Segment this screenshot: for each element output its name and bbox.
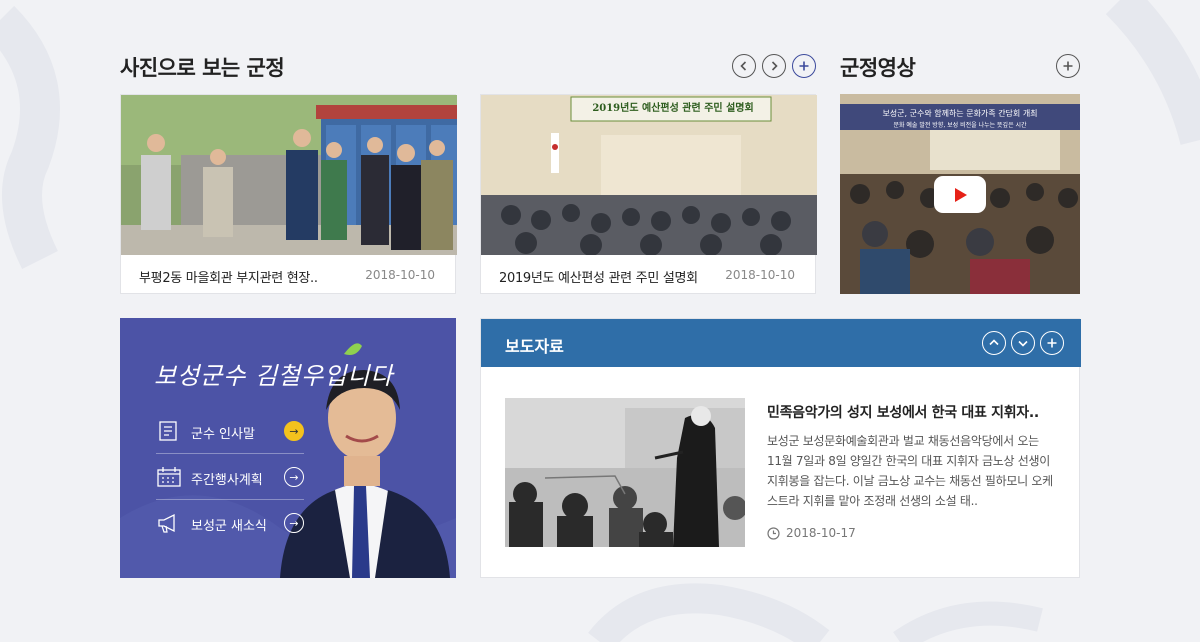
mayor-menu-label: 보성군 새소식 — [191, 519, 267, 534]
photo-banner-text: 2019년도 예산편성 관련 주민 설명회 — [592, 103, 754, 114]
press-panel: 보도자료 민족음악가의 성지 보성에서 한국 대표 지휘자.. 보성군 보성문화… — [480, 318, 1081, 578]
document-icon — [159, 421, 177, 441]
mayor-menu-schedule[interactable]: 주간행사계획 → — [156, 454, 304, 500]
press-up-button[interactable] — [982, 331, 1006, 355]
mayor-menu-greeting[interactable]: 군수 인사말 → — [156, 408, 304, 454]
photo-caption: 부평2동 마을회관 부지관련 현장.. — [139, 271, 318, 286]
photo-thumbnail — [121, 95, 457, 255]
video-overlay-subtitle: 문화 예술 발전 방향, 보성 비전을 나누는 뜻깊은 시간 — [893, 122, 1027, 129]
photo-caption: 2019년도 예산편성 관련 주민 설명회 — [499, 271, 698, 286]
press-body: 보성군 보성문화예술회관과 벌교 채동선음악당에서 오는 11월 7일과 8일 … — [767, 434, 1053, 508]
mayor-panel: 보성군수 김철우입니다 군수 인사말 → 주간행사계획 → 보성군 새소식 → — [120, 318, 456, 578]
mayor-title: 보성군수 김철우입니다 — [154, 362, 394, 390]
arrow-right-icon: → — [284, 421, 304, 441]
chevron-left-icon — [740, 61, 747, 71]
photo-date: 2018-10-10 — [365, 268, 435, 282]
megaphone-icon — [158, 513, 175, 533]
press-date: 2018-10-17 — [786, 526, 856, 540]
press-more-button[interactable] — [1040, 331, 1064, 355]
photo-section-title: 사진으로 보는 군정 — [120, 56, 285, 80]
plus-icon — [1047, 338, 1057, 348]
mayor-menu-news[interactable]: 보성군 새소식 → — [156, 500, 304, 546]
play-icon — [955, 187, 967, 202]
press-thumbnail[interactable] — [505, 398, 745, 547]
plus-icon — [799, 61, 809, 71]
photo-thumbnail: 2019년도 예산편성 관련 주민 설명회 — [481, 95, 817, 255]
press-header: 보도자료 — [481, 319, 1081, 367]
press-down-button[interactable] — [1011, 331, 1035, 355]
video-overlay-title: 보성군, 군수와 함께하는 문화가족 간담회 개최 — [882, 109, 1038, 118]
plus-icon — [1063, 61, 1073, 71]
photo-more-button[interactable] — [792, 54, 816, 78]
mayor-menu-label: 주간행사계획 — [191, 473, 263, 488]
press-date-row: 2018-10-17 — [767, 526, 856, 540]
play-button[interactable] — [934, 176, 986, 213]
chevron-down-icon — [1018, 340, 1028, 347]
video-more-button[interactable] — [1056, 54, 1080, 78]
next-button[interactable] — [762, 54, 786, 78]
prev-button[interactable] — [732, 54, 756, 78]
mayor-menu-label: 군수 인사말 — [191, 427, 255, 442]
press-headline[interactable]: 민족음악가의 성지 보성에서 한국 대표 지휘자.. — [767, 402, 1039, 422]
arrow-right-icon: → — [284, 467, 304, 487]
photo-card[interactable]: 2019년도 예산편성 관련 주민 설명회 2019년도 예산편성 관련 주민 … — [480, 94, 817, 294]
chevron-right-icon — [771, 61, 778, 71]
video-section-title: 군정영상 — [840, 56, 916, 80]
press-title: 보도자료 — [505, 337, 564, 356]
video-thumbnail[interactable]: 보성군, 군수와 함께하는 문화가족 간담회 개최 문화 예술 발전 방향, 보… — [840, 94, 1080, 294]
clock-icon — [767, 526, 780, 540]
photo-card[interactable]: 부평2동 마을회관 부지관련 현장.. 2018-10-10 — [120, 94, 457, 294]
photo-date: 2018-10-10 — [725, 268, 795, 282]
arrow-right-icon: → — [284, 513, 304, 533]
calendar-icon — [157, 467, 181, 487]
chevron-up-icon — [989, 339, 999, 346]
